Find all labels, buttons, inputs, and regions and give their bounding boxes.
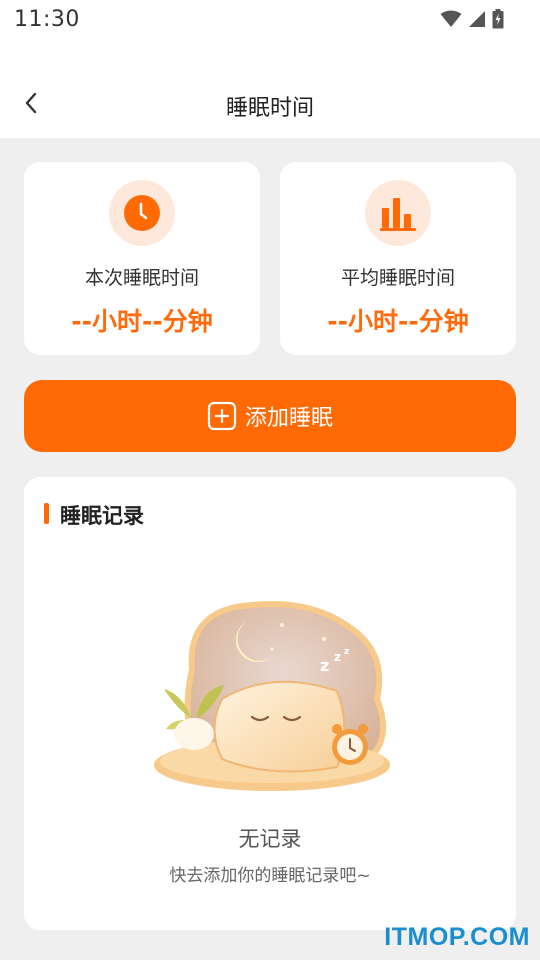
average-sleep-value: --小时--分钟 [327,307,469,336]
empty-state-title: 无记录 [238,827,302,851]
current-sleep-card: 本次睡眠时间 --小时--分钟 [24,162,260,355]
average-sleep-card: 平均睡眠时间 --小时--分钟 [280,162,516,355]
bar-chart-icon [380,198,416,231]
current-sleep-value: --小时--分钟 [71,307,213,336]
current-sleep-label: 本次睡眠时间 [84,267,199,289]
empty-state-subtitle: 快去添加你的睡眠记录吧~ [169,866,371,886]
app-header: 睡眠时间 [0,38,540,138]
add-sleep-button[interactable]: 添加睡眠 [24,380,516,452]
wifi-icon [440,10,462,27]
status-bar: 11:30 [0,0,540,38]
battery-icon [492,9,504,29]
signal-icon [469,11,485,27]
plus-square-icon [207,401,237,431]
records-title: 睡眠记录 [60,504,144,528]
svg-text:z: z [344,647,349,657]
status-time: 11:30 [14,6,80,32]
svg-text:z: z [334,650,341,664]
watermark: ITMOP.COM [384,923,530,951]
clock-icon-badge [109,180,175,246]
empty-state-illustration: z z z [154,601,390,791]
sleep-records-card: 睡眠记录 z z z 无记录 快去添加你的睡眠记录吧~ [24,477,516,930]
clock-icon [124,195,160,231]
section-accent-bar [44,503,49,524]
average-sleep-label: 平均睡眠时间 [340,267,455,289]
page-title: 睡眠时间 [225,96,314,121]
status-icons [440,9,504,29]
add-sleep-label: 添加睡眠 [244,406,333,431]
bar-chart-icon-badge [365,180,431,246]
svg-text:z: z [320,656,329,675]
